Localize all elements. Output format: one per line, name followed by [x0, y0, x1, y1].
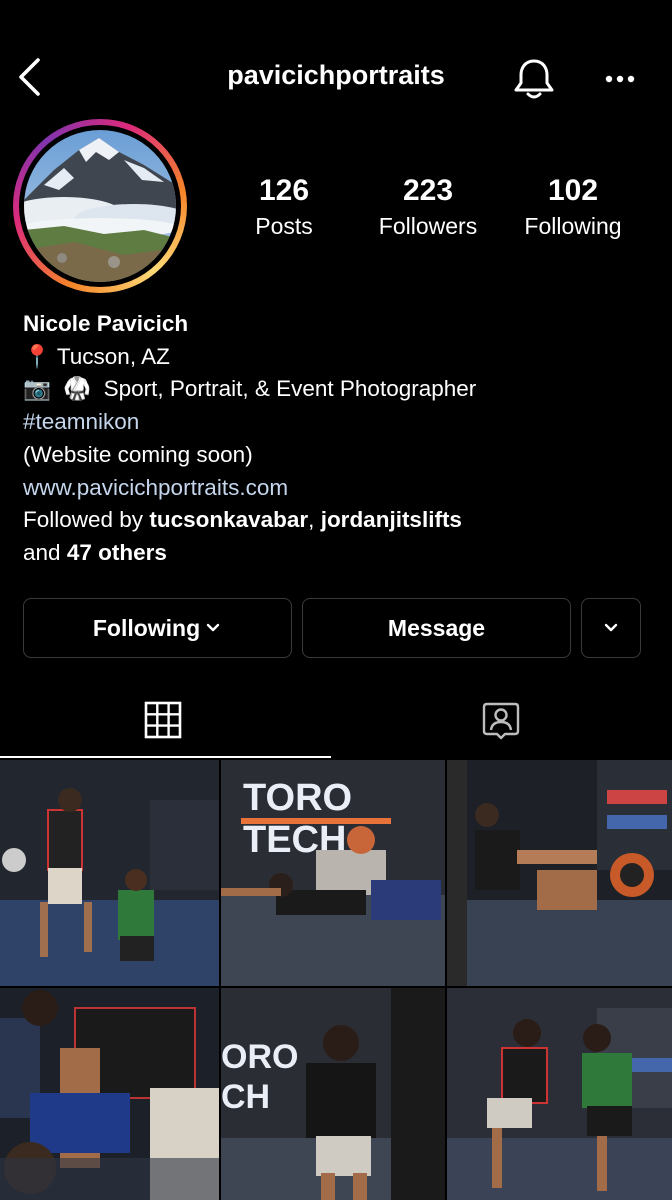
pin-icon: 📍 — [23, 343, 52, 369]
stat-posts[interactable]: 126 Posts — [209, 174, 359, 242]
camera-icon: 📷 — [23, 376, 52, 402]
banner-text: TORO — [243, 777, 352, 819]
followed-by-others[interactable]: and 47 others — [23, 537, 653, 570]
bio-description: 📷 🥋 Sport, Portrait, & Event Photographe… — [23, 376, 477, 402]
profile-username: pavicichportraits — [227, 60, 445, 90]
svg-text:ORO: ORO — [221, 1038, 298, 1076]
following-button[interactable]: Following — [23, 598, 292, 658]
followed-by[interactable]: Followed by tucsonkavabar, jordanjitslif… — [23, 504, 653, 537]
martial-arts-uniform-icon: 🥋 — [63, 376, 92, 402]
message-button[interactable]: Message — [302, 598, 571, 658]
grid-post[interactable]: TORO TECH — [221, 760, 445, 986]
bio-note: (Website coming soon) — [23, 441, 253, 467]
grid-post[interactable] — [0, 760, 219, 986]
display-name: Nicole Pavicich — [23, 311, 189, 336]
more-horizontal-icon — [605, 75, 635, 83]
grid-post[interactable]: ORO CH — [221, 988, 445, 1200]
notifications-button[interactable] — [512, 56, 556, 102]
bio-website-link[interactable]: www.pavicichportraits.com — [23, 472, 653, 505]
bio-hashtag[interactable]: #teamnikon — [23, 406, 653, 439]
more-options-button[interactable] — [600, 62, 640, 96]
grid-post[interactable] — [0, 988, 219, 1200]
bio: Nicole Pavicich 📍 Tucson, AZ 📷 🥋 Sport, … — [23, 308, 653, 570]
svg-text:CH: CH — [221, 1078, 270, 1116]
chevron-down-icon — [206, 623, 220, 632]
grid-icon — [144, 701, 182, 739]
bio-location: 📍 Tucson, AZ — [23, 343, 170, 369]
stat-followers[interactable]: 223 Followers — [353, 174, 503, 242]
tab-tagged[interactable] — [331, 680, 672, 758]
suggested-accounts-button[interactable] — [581, 598, 641, 658]
grid-post[interactable] — [447, 760, 672, 986]
tab-posts-grid[interactable] — [0, 680, 331, 758]
avatar[interactable] — [24, 130, 176, 282]
tagged-person-icon — [482, 702, 520, 740]
stat-following[interactable]: 102 Following — [498, 174, 648, 242]
bell-icon — [514, 59, 554, 99]
chevron-down-icon — [604, 623, 618, 632]
active-tab-indicator — [0, 756, 331, 758]
grid-post[interactable] — [447, 988, 672, 1200]
